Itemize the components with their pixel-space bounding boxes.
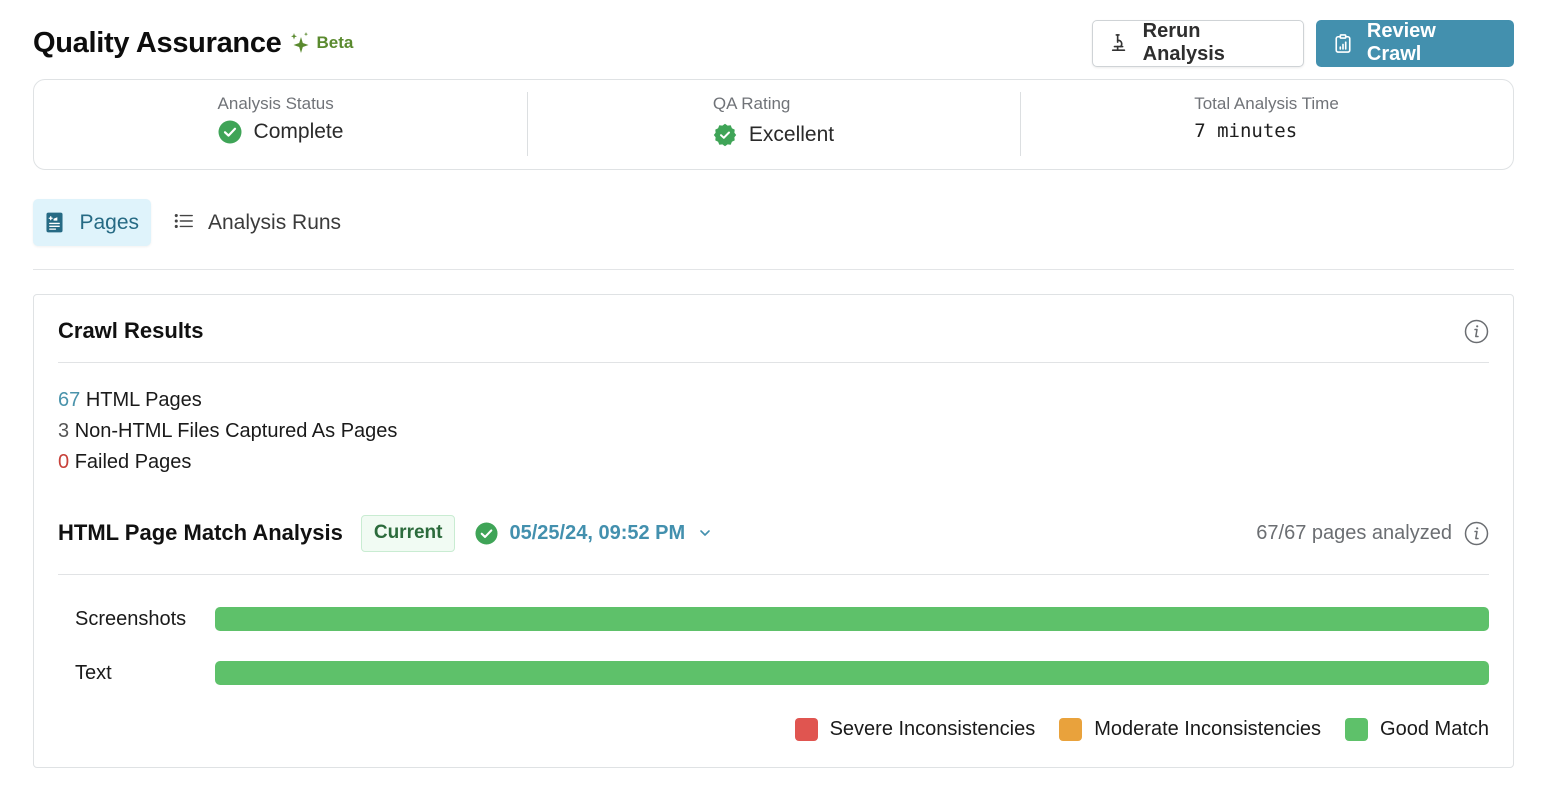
stat-label: QA Rating	[712, 94, 791, 113]
non-html-count: 3	[58, 420, 70, 442]
legend-swatch	[794, 718, 818, 741]
crawl-summary: 67 HTML Pages 3 Non-HTML Files Captured …	[58, 385, 397, 478]
tabs-divider	[33, 269, 1514, 270]
tab-pages-label: Pages	[79, 210, 139, 234]
legend-swatch	[1345, 718, 1369, 741]
crawl-results-header: Crawl Results	[58, 315, 1489, 363]
info-icon[interactable]	[1464, 521, 1489, 546]
page-title: Quality Assurance	[33, 26, 282, 59]
page-header: Quality Assurance Beta Rerun Analysis Re…	[33, 19, 1514, 67]
legend: Severe Inconsistencies Moderate Inconsis…	[771, 718, 1489, 741]
title-group: Quality Assurance Beta	[33, 27, 353, 60]
stat-analysis-status: Analysis Status Complete	[34, 80, 527, 169]
summary-non-html: 3 Non-HTML Files Captured As Pages	[58, 416, 397, 447]
crawl-results-title: Crawl Results	[58, 318, 204, 343]
clipboard-chart-icon	[1333, 32, 1353, 54]
crawl-results-card: Crawl Results 67 HTML Pages 3 Non-HTML F…	[33, 294, 1514, 768]
bar-label: Screenshots	[75, 607, 187, 630]
tab-pages[interactable]: Pages	[33, 199, 151, 246]
stat-qa-rating: QA Rating Excellent	[527, 80, 1020, 169]
match-analysis-title: HTML Page Match Analysis	[58, 520, 343, 545]
legend-severe: Severe Inconsistencies	[794, 718, 1036, 741]
non-html-label: Non-HTML Files Captured As Pages	[74, 420, 398, 442]
match-analysis-header: HTML Page Match Analysis Current 05/25/2…	[58, 513, 1489, 575]
chevron-down-icon	[698, 528, 712, 538]
match-bars: Screenshots Text	[75, 607, 1489, 715]
current-badge: Current	[360, 514, 456, 552]
microscope-icon	[1109, 32, 1129, 54]
review-crawl-button[interactable]: Review Crawl	[1316, 19, 1514, 67]
bar-label: Text	[75, 661, 112, 684]
sparkle-icon	[290, 31, 310, 55]
stat-value: Excellent	[748, 123, 835, 146]
good-segment	[215, 607, 1489, 631]
screenshots-bar[interactable]	[215, 607, 1489, 631]
match-analysis-title-group: HTML Page Match Analysis Current 05/25/2…	[58, 513, 712, 553]
list-icon	[174, 212, 194, 234]
legend-label: Moderate Inconsistencies	[1094, 718, 1322, 740]
stat-value: 7 minutes	[1194, 120, 1298, 142]
bar-row-text: Text	[75, 661, 1489, 685]
beta-label: Beta	[316, 33, 354, 52]
legend-swatch	[1059, 718, 1083, 741]
legend-label: Good Match	[1380, 718, 1489, 740]
stat-label: Total Analysis Time	[1194, 94, 1339, 113]
summary-html-pages: 67 HTML Pages	[58, 385, 397, 416]
run-date: 05/25/24, 09:52 PM	[509, 521, 686, 544]
check-circle-icon	[218, 120, 242, 144]
rerun-analysis-button[interactable]: Rerun Analysis	[1092, 19, 1304, 67]
html-pages-count: 67	[58, 389, 81, 411]
check-circle-icon	[475, 521, 499, 545]
stat-label: Analysis Status	[217, 94, 334, 113]
document-icon	[46, 212, 65, 234]
stat-value: Complete	[253, 120, 344, 143]
summary-failed: 0 Failed Pages	[58, 447, 397, 478]
tab-analysis-runs[interactable]: Analysis Runs	[161, 199, 353, 246]
legend-moderate: Moderate Inconsistencies	[1059, 718, 1321, 741]
badge-check-icon	[713, 123, 737, 147]
header-actions: Rerun Analysis Review Crawl	[1092, 19, 1514, 67]
pages-analyzed-group: 67/67 pages analyzed	[1256, 513, 1489, 553]
tab-analysis-runs-label: Analysis Runs	[208, 210, 342, 234]
good-segment	[215, 661, 1489, 685]
pages-analyzed: 67/67 pages analyzed	[1256, 521, 1452, 544]
legend-label: Severe Inconsistencies	[829, 718, 1036, 740]
rerun-analysis-label: Rerun Analysis	[1142, 20, 1225, 65]
text-bar[interactable]	[215, 661, 1489, 685]
info-icon[interactable]	[1464, 319, 1489, 344]
failed-pages-count: 0	[58, 451, 70, 473]
stats-bar: Analysis Status Complete QA Rating Excel…	[33, 79, 1514, 170]
failed-pages-label: Failed Pages	[74, 451, 192, 473]
review-crawl-label: Review Crawl	[1366, 20, 1436, 65]
legend-good: Good Match	[1345, 718, 1489, 741]
html-pages-label: HTML Pages	[85, 389, 202, 411]
run-selector-dropdown[interactable]: 05/25/24, 09:52 PM	[475, 522, 712, 545]
tab-bar: Pages Analysis Runs	[33, 199, 353, 246]
stat-total-time: Total Analysis Time 7 minutes	[1020, 80, 1513, 169]
bar-row-screenshots: Screenshots	[75, 607, 1489, 631]
